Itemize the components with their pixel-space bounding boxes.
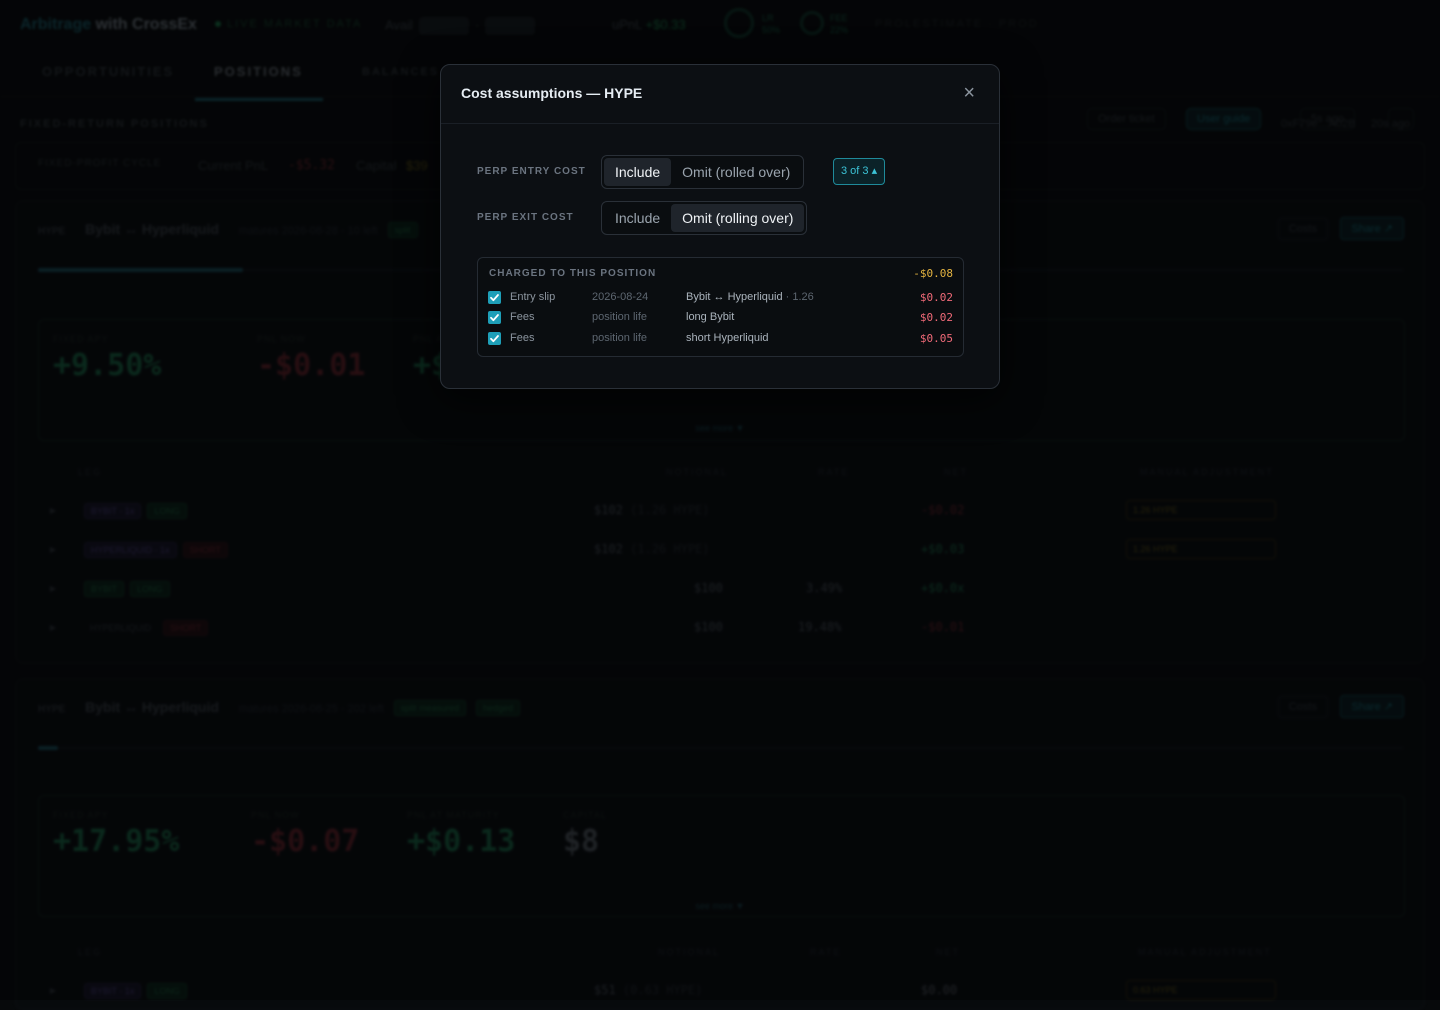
cost-when: position life: [592, 332, 648, 344]
cost-checkbox[interactable]: [488, 291, 501, 304]
perp-exit-cost-label: PERP EXIT COST: [477, 212, 574, 223]
close-icon[interactable]: ×: [963, 81, 975, 105]
cost-amount: $0.05: [919, 332, 953, 345]
check-icon: [490, 314, 499, 322]
perp-exit-cost-toggle: Include Omit (rolling over): [601, 201, 808, 235]
cost-type: Fees: [510, 332, 535, 344]
modal-title: Cost assumptions — HYPE: [461, 85, 643, 101]
exit-omit-option[interactable]: Omit (rolling over): [671, 204, 805, 232]
cost-amount: $0.02: [919, 311, 953, 324]
charged-total: -$0.08: [913, 267, 953, 280]
cost-description: short Hyperliquid: [686, 332, 769, 344]
cost-description: long Bybit: [686, 311, 735, 323]
cost-when: 2026-08-24: [592, 291, 649, 303]
cost-row: Fees position life short Hyperliquid $0.…: [488, 331, 953, 349]
charged-title: CHARGED TO THIS POSITION: [489, 268, 657, 279]
entry-include-option[interactable]: Include: [604, 158, 672, 186]
entry-count-badge[interactable]: 3 of 3 ▴: [833, 158, 886, 185]
charged-costs-panel: CHARGED TO THIS POSITION -$0.08 Entry sl…: [477, 257, 964, 357]
cost-row: Fees position life long Bybit $0.02: [488, 310, 953, 328]
cost-type: Entry slip: [510, 291, 556, 303]
cost-description: Bybit ↔ Hyperliquid · 1.26: [686, 291, 814, 303]
cost-description-main: Bybit ↔ Hyperliquid: [686, 291, 783, 303]
perp-entry-cost-label: PERP ENTRY COST: [477, 166, 586, 177]
check-icon: [490, 335, 499, 343]
cost-amount: $0.02: [919, 291, 953, 304]
cost-checkbox[interactable]: [488, 311, 501, 324]
cost-checkbox[interactable]: [488, 332, 501, 345]
entry-omit-option[interactable]: Omit (rolled over): [671, 158, 801, 186]
modal-header: Cost assumptions — HYPE ×: [441, 65, 999, 124]
exit-include-option[interactable]: Include: [604, 204, 671, 232]
check-icon: [490, 294, 499, 302]
cost-when: position life: [592, 311, 648, 323]
cost-assumptions-modal: Cost assumptions — HYPE × PERP ENTRY COS…: [440, 64, 1000, 389]
cost-row: Entry slip 2026-08-24 Bybit ↔ Hyperliqui…: [488, 290, 953, 308]
cost-description-sub: · 1.26: [785, 291, 814, 303]
cost-type: Fees: [510, 311, 535, 323]
perp-entry-cost-toggle: Include Omit (rolled over): [601, 155, 805, 189]
